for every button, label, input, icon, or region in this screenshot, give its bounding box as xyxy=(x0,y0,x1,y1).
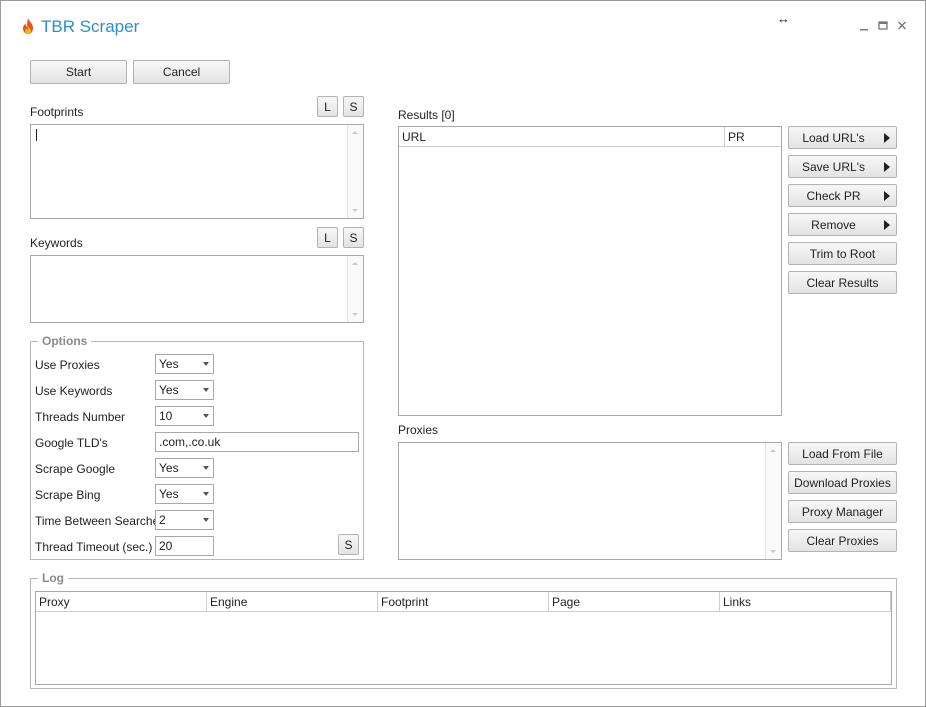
results-column-url[interactable]: URL xyxy=(399,127,725,147)
clear-results-button[interactable]: Clear Results xyxy=(788,271,897,294)
use-proxies-label: Use Proxies xyxy=(35,358,100,372)
use-keywords-select[interactable]: Yes xyxy=(155,380,214,400)
results-column-pr[interactable]: PR xyxy=(725,127,781,147)
proxy-manager-button[interactable]: Proxy Manager xyxy=(788,500,897,523)
options-title: Options xyxy=(38,334,92,348)
log-column-footprint[interactable]: Footprint xyxy=(378,592,549,612)
keywords-load-button[interactable]: L xyxy=(317,227,338,248)
footprints-textarea[interactable] xyxy=(30,124,364,219)
triangle-right-icon xyxy=(884,162,890,172)
flame-icon xyxy=(23,18,33,34)
resize-cursor-icon: ↔ xyxy=(777,11,790,26)
use-keywords-value: Yes xyxy=(159,383,179,397)
triangle-right-icon xyxy=(884,133,890,143)
start-button[interactable]: Start xyxy=(30,60,127,84)
scrape-bing-value: Yes xyxy=(159,487,179,501)
google-tlds-label: Google TLD's xyxy=(35,436,108,450)
time-between-select[interactable]: 2 xyxy=(155,510,214,530)
triangle-right-icon xyxy=(884,191,890,201)
google-tlds-input[interactable]: .com,.co.uk xyxy=(155,432,359,452)
results-label: Results [0] xyxy=(398,108,455,122)
thread-timeout-input[interactable]: 20 xyxy=(155,536,214,556)
trim-to-root-button[interactable]: Trim to Root xyxy=(788,242,897,265)
cancel-button[interactable]: Cancel xyxy=(133,60,230,84)
minimize-icon[interactable] xyxy=(857,19,871,34)
use-proxies-select[interactable]: Yes xyxy=(155,354,214,374)
scrape-bing-select[interactable]: Yes xyxy=(155,484,214,504)
log-title: Log xyxy=(38,571,68,585)
time-between-value: 2 xyxy=(159,513,166,527)
save-urls-button[interactable]: Save URL's xyxy=(788,155,897,178)
keywords-textarea[interactable] xyxy=(30,255,364,323)
time-between-label: Time Between Searches xyxy=(35,514,166,528)
proxies-textarea[interactable] xyxy=(398,442,782,560)
footprints-label: Footprints xyxy=(30,105,84,119)
threads-number-value: 10 xyxy=(159,409,173,423)
results-header: URL PR xyxy=(399,127,781,147)
load-urls-button[interactable]: Load URL's xyxy=(788,126,897,149)
proxies-scrollbar[interactable] xyxy=(765,443,781,559)
load-urls-label: Load URL's xyxy=(802,130,865,145)
chevron-down-icon xyxy=(203,518,209,522)
proxies-label: Proxies xyxy=(398,423,439,437)
log-column-engine[interactable]: Engine xyxy=(207,592,378,612)
threads-number-select[interactable]: 10 xyxy=(155,406,214,426)
remove-button[interactable]: Remove xyxy=(788,213,897,236)
footprints-load-button[interactable]: L xyxy=(317,96,338,117)
scrape-google-value: Yes xyxy=(159,461,179,475)
results-list[interactable]: URL PR xyxy=(398,126,782,416)
footprints-scrollbar[interactable] xyxy=(347,125,363,218)
app-window: TBR Scraper ↔ Start Cancel Footprints L … xyxy=(0,0,926,707)
scrape-google-select[interactable]: Yes xyxy=(155,458,214,478)
close-icon[interactable] xyxy=(895,19,909,34)
chevron-down-icon xyxy=(203,492,209,496)
options-save-button[interactable]: S xyxy=(338,534,359,555)
threads-number-label: Threads Number xyxy=(35,410,126,424)
maximize-icon[interactable] xyxy=(876,19,890,34)
log-column-links[interactable]: Links xyxy=(720,592,891,612)
log-column-page[interactable]: Page xyxy=(549,592,720,612)
clear-proxies-button[interactable]: Clear Proxies xyxy=(788,529,897,552)
keywords-label: Keywords xyxy=(30,236,83,250)
chevron-down-icon xyxy=(203,466,209,470)
chevron-down-icon xyxy=(203,414,209,418)
use-keywords-label: Use Keywords xyxy=(35,384,113,398)
log-column-proxy[interactable]: Proxy xyxy=(36,592,207,612)
triangle-right-icon xyxy=(884,220,890,230)
text-caret xyxy=(36,129,37,141)
keywords-scrollbar[interactable] xyxy=(347,256,363,322)
log-list[interactable]: Proxy Engine Footprint Page Links xyxy=(35,591,892,685)
thread-timeout-label: Thread Timeout (sec.) xyxy=(35,540,153,554)
download-proxies-button[interactable]: Download Proxies xyxy=(788,471,897,494)
scrape-google-label: Scrape Google xyxy=(35,462,116,476)
log-header: Proxy Engine Footprint Page Links xyxy=(36,592,891,612)
remove-label: Remove xyxy=(811,217,856,232)
check-pr-button[interactable]: Check PR xyxy=(788,184,897,207)
window-title: TBR Scraper xyxy=(41,17,140,36)
load-from-file-button[interactable]: Load From File xyxy=(788,442,897,465)
scrape-bing-label: Scrape Bing xyxy=(35,488,101,502)
keywords-save-button[interactable]: S xyxy=(343,227,364,248)
chevron-down-icon xyxy=(203,362,209,366)
footprints-save-button[interactable]: S xyxy=(343,96,364,117)
save-urls-label: Save URL's xyxy=(802,159,865,174)
use-proxies-value: Yes xyxy=(159,357,179,371)
check-pr-label: Check PR xyxy=(806,188,861,203)
chevron-down-icon xyxy=(203,388,209,392)
